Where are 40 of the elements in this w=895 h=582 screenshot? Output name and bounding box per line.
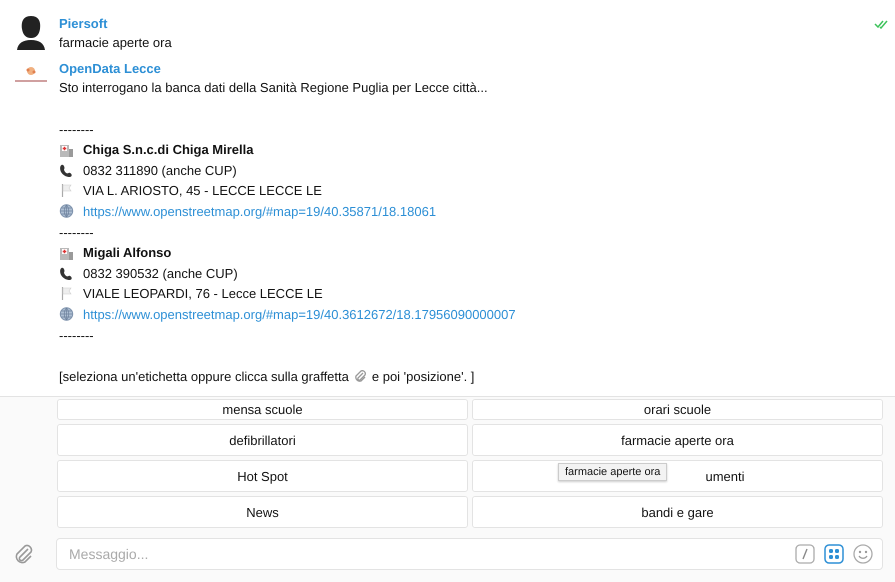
hospital-icon: [59, 246, 74, 260]
paperclip-icon: [354, 370, 367, 383]
keyboard-button[interactable]: defibrillatori: [57, 424, 468, 456]
hint-text: [seleziona un'etichetta oppure clicca sulla graffetta: [59, 368, 349, 384]
hospital-icon: [59, 142, 74, 157]
map-link[interactable]: https://www.openstreetmap.org/#map=19/40.3612672/18.17956090000007: [83, 306, 516, 322]
sender-name[interactable]: Piersoft: [59, 16, 108, 30]
keyboard-button[interactable]: orari scuole: [472, 399, 883, 420]
tooltip: farmacie aperte ora: [558, 463, 668, 481]
attach-icon[interactable]: [14, 544, 34, 564]
keyboard-button[interactable]: mensa scuole: [57, 399, 468, 420]
emoji-icon[interactable]: [853, 544, 873, 564]
phone-number: 0832 311890 (anche CUP): [83, 162, 237, 178]
message-text: --------: [59, 224, 94, 240]
address-text: VIALE LEOPARDI, 76 - Lecce LECCE LE: [83, 286, 323, 302]
globe-icon: [59, 204, 74, 218]
keyboard-grid-icon[interactable]: [824, 544, 844, 564]
phone-icon: [59, 164, 74, 177]
map-link[interactable]: https://www.openstreetmap.org/#map=19/40.35871/18.18061: [83, 204, 436, 219]
pharmacy-name: Migali Alfonso: [83, 245, 172, 260]
globe-icon: [59, 307, 74, 322]
keyboard-button[interactable]: bandi e gare: [472, 496, 883, 528]
phone-number: 0832 390532 (anche CUP): [83, 266, 238, 281]
keyboard-button[interactable]: Hot Spot: [57, 460, 468, 492]
message-text: Sto interrogano la banca dati della Sanità Regione Puglia per Lecce città...: [59, 80, 488, 96]
address-text: VIA L. ARIOSTO, 45 - LECCE LECCE LE: [83, 183, 322, 198]
message-text: farmacie aperte ora: [59, 34, 172, 50]
keyboard-button[interactable]: farmacie aperte ora: [472, 424, 883, 456]
slash-command-icon[interactable]: [795, 544, 815, 564]
phone-icon: [59, 266, 74, 280]
hint-text: e poi 'posizione'. ]: [372, 368, 474, 384]
double-check-icon: [874, 20, 889, 28]
flag-icon: [59, 184, 74, 198]
keyboard-button[interactable]: News: [57, 496, 468, 528]
message-input[interactable]: Messaggio...: [56, 538, 883, 570]
message-text: --------: [59, 122, 94, 137]
pharmacy-name: Chiga S.n.c.di Chiga Mirella: [83, 142, 254, 158]
flag-icon: [59, 287, 74, 300]
sender-name[interactable]: OpenData Lecce: [59, 61, 161, 76]
message-text: --------: [59, 328, 94, 343]
